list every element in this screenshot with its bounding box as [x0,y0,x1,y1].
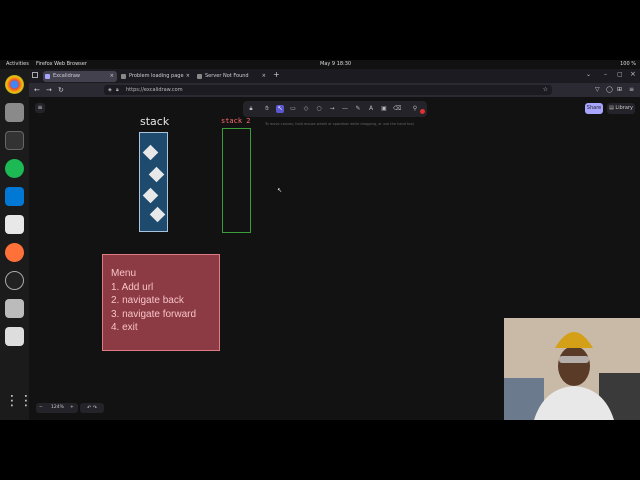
stack-diamond[interactable] [142,144,159,161]
library-label: Library [615,105,633,111]
tab-overview-icon[interactable] [32,72,38,78]
activities-button[interactable]: Activities [6,60,29,69]
url-bar[interactable]: ◈ 🔒︎ https://excalidraw.com ☆ [104,85,552,95]
stack2-rectangle[interactable] [222,128,251,233]
system-top-bar: Activities Firefox Web Browser May 9 18:… [0,60,640,69]
new-tab-button[interactable]: + [273,70,280,79]
account-icon[interactable]: ◯ [606,85,613,95]
close-icon[interactable]: × [262,71,266,82]
stack-label[interactable]: stack [140,115,169,128]
tab-server-not-found[interactable]: Server Not Found × [195,71,269,82]
page-favicon-icon [121,74,126,79]
zoom-in-button[interactable]: + [70,403,74,413]
line-icon[interactable]: — [341,105,349,113]
shield-icon[interactable]: ◈ [108,85,112,95]
text-icon[interactable]: A [367,105,375,113]
pocket-icon[interactable]: ▽ [595,85,600,95]
undo-icon[interactable]: ↶ [87,405,91,411]
trash-icon[interactable] [5,327,24,346]
stack2-label[interactable]: stack 2 [221,117,251,125]
stack-diamond[interactable] [148,166,165,183]
library-button[interactable]: ▤ Library [607,103,635,114]
zoom-value[interactable]: 124% [51,403,64,413]
ellipse-icon[interactable]: ○ [315,105,323,113]
tab-label: Excalidraw [53,73,81,79]
back-arrow-icon[interactable]: ← [34,85,40,95]
files-icon[interactable] [5,103,24,122]
menu-item: 2. navigate back [111,295,184,306]
chrome-icon[interactable] [5,75,24,94]
lock-icon[interactable]: 🔒︎ [247,105,255,113]
pencil-icon[interactable]: ✎ [354,105,362,113]
app-menu-icon[interactable]: ≡ [629,85,634,95]
tab-problem-loading[interactable]: Problem loading page × [119,71,193,82]
menu-item: 3. navigate forward [111,308,197,320]
bookmark-star-icon[interactable]: ☆ [543,85,548,95]
tab-bar: Excalidraw × Problem loading page × Serv… [29,69,640,83]
zoom-controls: − 124% + [36,403,78,413]
vscode-icon[interactable] [5,187,24,206]
lock-icon[interactable]: 🔒︎ [116,85,119,95]
app-name: Firefox Web Browser [36,61,87,67]
hand-icon[interactable]: ✋︎ [263,105,271,113]
extensions-icon[interactable]: ⊞ [617,85,622,95]
window-close-icon[interactable]: × [630,70,636,78]
webcam-overlay [504,318,640,420]
drive-icon[interactable] [5,299,24,318]
eraser-icon[interactable]: ⌫ [393,105,401,113]
shape-toolbar: 🔒︎ ✋︎ ↖ ▭ ◇ ○ → — ✎ A ▣ ⌫ ⚲ [243,101,427,117]
image-icon[interactable]: ▣ [380,105,388,113]
stack-diamond[interactable] [142,187,159,204]
tab-excalidraw[interactable]: Excalidraw × [43,71,117,82]
dock: ⋮⋮ [0,69,33,420]
redo-icon[interactable]: ↷ [93,405,97,411]
webcam-person [504,318,640,420]
maximize-icon[interactable]: ▢ [617,71,623,78]
close-icon[interactable]: × [186,71,190,82]
arrow-icon[interactable]: → [328,105,336,113]
forward-arrow-icon[interactable]: → [46,85,52,95]
show-apps-icon[interactable]: ⋮⋮ [5,392,33,411]
tab-label: Problem loading page [129,73,184,79]
close-icon[interactable]: × [110,71,114,82]
firefox-icon[interactable] [5,243,24,262]
page-favicon-icon [197,74,202,79]
url-text: https://excalidraw.com [126,87,183,93]
reload-icon[interactable]: ↻ [58,85,64,95]
menu-item: 1. Add url [111,281,154,293]
menu-note[interactable]: Menu 1. Add url 2. navigate back 3. navi… [102,254,220,351]
notification-dot [420,109,425,114]
excalidraw-favicon-icon [45,74,50,79]
diamond-icon[interactable]: ◇ [302,105,310,113]
menu-title: Menu [111,268,137,279]
minimize-icon[interactable]: – [604,71,607,78]
hamburger-icon[interactable]: ≡ [35,103,45,113]
share-button[interactable]: Share [585,103,603,114]
menu-item: 4. exit [111,322,138,333]
mouse-cursor-icon: ↖ [277,187,283,194]
spotify-icon[interactable] [5,159,24,178]
undo-redo-controls: ↶ ↷ [80,403,104,413]
letterbox-bottom [0,420,640,480]
canvas-hint: To move canvas, hold mouse wheel or spac… [265,122,414,126]
navigation-bar: ← → ↻ ◈ 🔒︎ https://excalidraw.com ☆ ▽ ◯ … [29,83,640,97]
notes-icon[interactable] [5,215,24,234]
selection-icon[interactable]: ↖ [276,105,284,113]
clock[interactable]: May 9 18:30 [320,60,351,69]
obs-icon[interactable] [5,271,24,290]
stack-rectangle[interactable] [139,132,168,232]
tab-label: Server Not Found [205,73,249,79]
system-tray[interactable]: 100 % [620,60,636,69]
stack-diamond[interactable] [149,206,166,223]
list-tabs-icon[interactable]: ⌄ [586,71,591,78]
rectangle-icon[interactable]: ▭ [289,105,297,113]
more-tools-icon[interactable]: ⚲ [411,105,419,113]
terminal-icon[interactable] [5,131,24,150]
zoom-out-button[interactable]: − [39,403,43,413]
